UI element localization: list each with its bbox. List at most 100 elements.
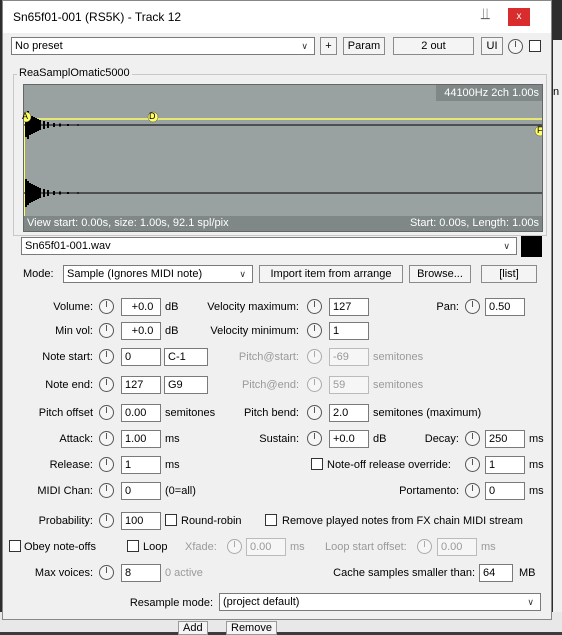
chevron-down-icon: ∨: [503, 241, 510, 251]
sustain-field[interactable]: +0.0: [329, 430, 369, 448]
obey-noteoffs-label: Obey note-offs: [24, 541, 96, 553]
loop-checkbox[interactable]: [127, 540, 139, 552]
max-voices-knob[interactable]: [99, 565, 114, 580]
velocity-min-field[interactable]: 1: [329, 322, 369, 340]
plugin-window: Sn65f01-001 (RS5K) - Track 12 ⫫ x No pre…: [2, 0, 552, 620]
probability-knob[interactable]: [99, 513, 114, 528]
min-vol-field[interactable]: +0.0: [121, 322, 161, 340]
max-voices-field[interactable]: 8: [121, 564, 161, 582]
round-robin-checkbox[interactable]: [165, 514, 177, 526]
pin-icon[interactable]: ⫫: [481, 6, 490, 24]
preset-select[interactable]: No preset ∨: [11, 37, 315, 55]
velocity-min-label: Velocity minimum:: [210, 325, 299, 337]
remove-notes-checkbox[interactable]: [265, 514, 277, 526]
noteoff-override-unit: ms: [529, 459, 544, 471]
probability-field[interactable]: 100: [121, 512, 161, 530]
loop-start-field[interactable]: 0.00: [437, 538, 477, 556]
pitch-offset-knob[interactable]: [99, 405, 114, 420]
note-start-knob[interactable]: [99, 349, 114, 364]
noteoff-override-field[interactable]: 1: [485, 456, 525, 474]
loop-start-knob[interactable]: [417, 539, 432, 554]
velocity-min-knob[interactable]: [307, 323, 322, 338]
velocity-max-knob[interactable]: [307, 299, 322, 314]
xfade-knob[interactable]: [227, 539, 242, 554]
cache-field[interactable]: 64: [479, 564, 513, 582]
release-knob[interactable]: [99, 457, 114, 472]
note-end-knob[interactable]: [99, 377, 114, 392]
pitch-offset-field[interactable]: 0.00: [121, 404, 161, 422]
midi-chan-field[interactable]: 0: [121, 482, 161, 500]
list-button[interactable]: [list]: [481, 265, 537, 283]
preset-add-button[interactable]: +: [320, 37, 337, 55]
decay-knob[interactable]: [465, 431, 480, 446]
mode-select[interactable]: Sample (Ignores MIDI note) ∨: [63, 265, 253, 283]
remove-notes-label: Remove played notes from FX chain MIDI s…: [282, 515, 523, 527]
color-swatch[interactable]: [521, 236, 542, 257]
pitch-end-knob[interactable]: [307, 377, 322, 392]
chevron-down-icon: ∨: [527, 597, 534, 607]
sample-info: 44100Hz 2ch 1.00s: [444, 87, 539, 99]
velocity-max-field[interactable]: 127: [329, 298, 369, 316]
volume-field[interactable]: +0.0: [121, 298, 161, 316]
decay-field[interactable]: 250: [485, 430, 525, 448]
pitch-end-field[interactable]: 59: [329, 376, 369, 394]
ui-button[interactable]: UI: [481, 37, 503, 55]
bypass-checkbox[interactable]: [529, 40, 541, 52]
resample-value: (project default): [223, 596, 300, 608]
wet-knob-icon[interactable]: [508, 39, 523, 54]
resample-label: Resample mode:: [129, 597, 213, 609]
portamento-field[interactable]: 0: [485, 482, 525, 500]
pitch-bend-knob[interactable]: [307, 405, 322, 420]
waveform-display[interactable]: D A F 44100Hz 2ch 1.00s View start: 0.00…: [22, 84, 543, 232]
attack-label: Attack:: [59, 433, 93, 445]
sustain-unit: dB: [373, 433, 387, 445]
window-title: Sn65f01-001 (RS5K) - Track 12: [13, 10, 182, 24]
sample-file: Sn65f01-001.wav: [25, 240, 111, 252]
noteoff-override-checkbox[interactable]: [311, 458, 323, 470]
attack-unit: ms: [165, 433, 180, 445]
pitch-bend-field[interactable]: 2.0: [329, 404, 369, 422]
plugin-name: ReaSamplOmatic5000: [17, 67, 132, 79]
note-start-label: Note start:: [42, 351, 93, 363]
param-button[interactable]: Param: [343, 37, 385, 55]
pan-label: Pan:: [436, 301, 459, 313]
velocity-max-label: Velocity maximum:: [207, 301, 299, 313]
resample-select[interactable]: (project default) ∨: [219, 593, 541, 611]
remove-button[interactable]: Remove: [226, 621, 277, 635]
decay-unit: ms: [529, 433, 544, 445]
note-end-field[interactable]: 127: [121, 376, 161, 394]
sustain-knob[interactable]: [307, 431, 322, 446]
io-button[interactable]: 2 out: [393, 37, 474, 55]
min-vol-knob[interactable]: [99, 323, 114, 338]
end-marker-label: F: [537, 125, 543, 135]
midi-chan-knob[interactable]: [99, 483, 114, 498]
decay-marker-label: D: [149, 111, 156, 121]
sample-select[interactable]: Sn65f01-001.wav ∨: [21, 237, 517, 255]
pitch-start-label: Pitch@start:: [238, 351, 299, 363]
volume-knob[interactable]: [99, 299, 114, 314]
close-button[interactable]: x: [508, 8, 530, 26]
portamento-knob[interactable]: [465, 483, 480, 498]
volume-unit: dB: [165, 301, 179, 313]
attack-field[interactable]: 1.00: [121, 430, 161, 448]
attack-knob[interactable]: [99, 431, 114, 446]
release-unit: ms: [165, 459, 180, 471]
note-end-label: Note end:: [45, 379, 93, 391]
release-field[interactable]: 1: [121, 456, 161, 474]
note-start-field[interactable]: 0: [121, 348, 161, 366]
obey-noteoffs-checkbox[interactable]: [9, 540, 21, 552]
browse-button[interactable]: Browse...: [409, 265, 471, 283]
decay-label: Decay:: [424, 433, 459, 445]
volume-label: Volume:: [53, 301, 93, 313]
background-text: n: [553, 86, 560, 98]
pan-knob[interactable]: [465, 299, 480, 314]
add-button[interactable]: Add: [178, 621, 208, 635]
xfade-label: Xfade:: [185, 541, 217, 553]
pitch-start-knob[interactable]: [307, 349, 322, 364]
xfade-field[interactable]: 0.00: [246, 538, 286, 556]
import-item-button[interactable]: Import item from arrange: [259, 265, 403, 283]
noteoff-override-knob[interactable]: [465, 457, 480, 472]
pan-field[interactable]: 0.50: [485, 298, 525, 316]
pitch-start-field[interactable]: -69: [329, 348, 369, 366]
portamento-label: Portamento:: [399, 485, 459, 497]
